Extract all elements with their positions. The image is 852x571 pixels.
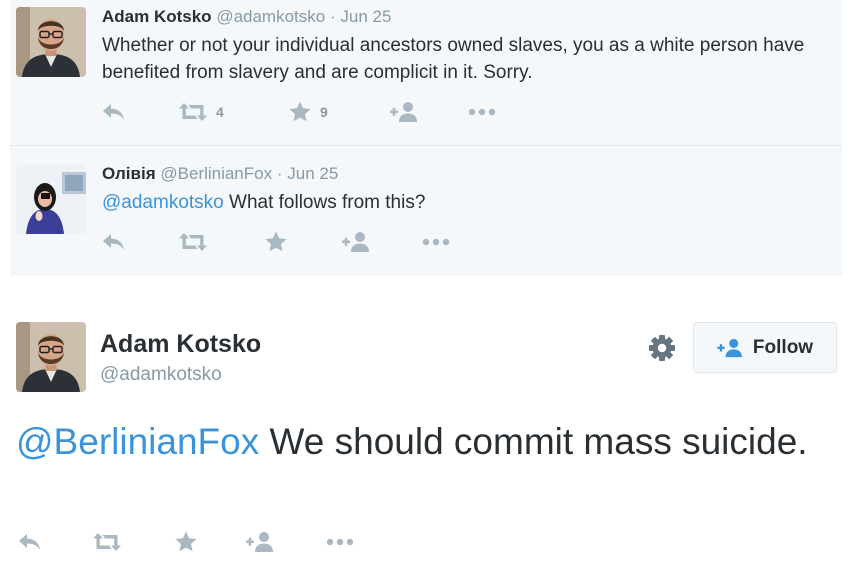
tweet-text: @adamkotsko What follows from this? (102, 189, 832, 216)
separator: · (329, 7, 336, 26)
reply-icon (102, 103, 126, 121)
more-button[interactable] (326, 530, 354, 554)
follow-from-tweet-button[interactable] (246, 530, 276, 554)
retweet-icon (92, 533, 122, 551)
main-tweet-text: @BerlinianFox We should commit mass suic… (16, 418, 836, 466)
add-user-icon (717, 338, 745, 358)
separator: · (276, 164, 283, 183)
favorite-button[interactable]: 9 (288, 100, 328, 124)
thread-tweet[interactable]: Adam Kotsko @adamkotsko · Jun 25 Whether… (10, 0, 842, 146)
thread-tweet[interactable]: Олівія @BerlinianFox · Jun 25 @adamkotsk… (10, 146, 842, 276)
retweet-button[interactable] (92, 530, 122, 554)
star-icon (174, 530, 198, 554)
tweet-text: Whether or not your individual ancestors… (102, 32, 832, 86)
settings-button[interactable] (648, 334, 676, 362)
favorite-button[interactable] (174, 530, 198, 554)
gear-icon (649, 335, 675, 361)
tweet-body: Whether or not your individual ancestors… (102, 35, 805, 83)
reply-icon (102, 233, 126, 251)
retweet-icon (178, 103, 208, 121)
main-author-handle[interactable]: @adamkotsko (100, 364, 222, 386)
author-handle[interactable]: @BerlinianFox (160, 164, 272, 183)
retweet-count: 4 (216, 104, 224, 120)
reply-button[interactable] (102, 100, 126, 124)
author-handle[interactable]: @adamkotsko (216, 7, 325, 26)
favorite-button[interactable] (264, 230, 288, 254)
retweet-button[interactable] (178, 230, 208, 254)
tweet-body: What follows from this? (223, 192, 426, 213)
mention-link[interactable]: @adamkotsko (102, 192, 224, 213)
tweet-body: We should commit mass suicide. (259, 421, 808, 462)
star-icon (264, 230, 288, 254)
favorite-count: 9 (320, 104, 328, 120)
avatar[interactable] (16, 164, 86, 234)
tweet-header: Олівія @BerlinianFox · Jun 25 (102, 164, 338, 184)
follow-from-tweet-button[interactable] (390, 100, 420, 124)
mention-link[interactable]: @BerlinianFox (16, 421, 259, 462)
retweet-button[interactable]: 4 (178, 100, 224, 124)
reply-button[interactable] (18, 530, 42, 554)
tweet-date[interactable]: Jun 25 (287, 164, 338, 183)
main-avatar[interactable] (16, 322, 86, 392)
star-icon (288, 100, 312, 124)
more-dots-icon (422, 238, 450, 246)
add-user-icon (246, 531, 276, 553)
more-button[interactable] (468, 100, 496, 124)
main-author-name[interactable]: Adam Kotsko (100, 330, 261, 359)
follow-button[interactable]: Follow (693, 322, 837, 373)
add-user-icon (390, 101, 420, 123)
more-dots-icon (468, 108, 496, 116)
more-button[interactable] (422, 230, 450, 254)
reply-button[interactable] (102, 230, 126, 254)
follow-label: Follow (752, 336, 814, 358)
avatar[interactable] (16, 7, 86, 77)
author-name[interactable]: Adam Kotsko (102, 7, 212, 26)
tweet-date[interactable]: Jun 25 (340, 7, 391, 26)
author-name[interactable]: Олівія (102, 164, 156, 183)
add-user-icon (342, 231, 372, 253)
tweet-header: Adam Kotsko @adamkotsko · Jun 25 (102, 7, 391, 27)
reply-icon (18, 533, 42, 551)
conversation-thread: Adam Kotsko @adamkotsko · Jun 25 Whether… (10, 0, 842, 276)
more-dots-icon (326, 538, 354, 546)
follow-from-tweet-button[interactable] (342, 230, 372, 254)
retweet-icon (178, 233, 208, 251)
